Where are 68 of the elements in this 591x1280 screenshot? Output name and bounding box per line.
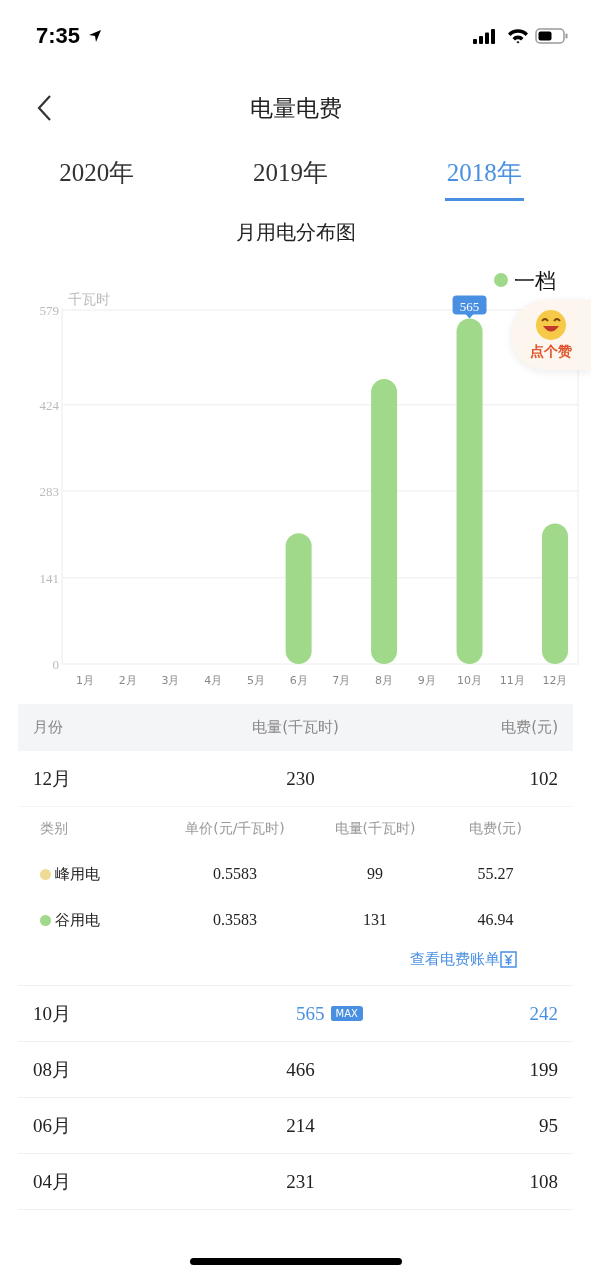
table-cell-text: 46.94: [476, 911, 515, 929]
back-icon[interactable]: [36, 94, 52, 122]
table-cell-text: 102: [528, 767, 558, 790]
table-cell-text: 95: [538, 1114, 558, 1137]
table-cell: 231: [286, 1170, 315, 1193]
column-header: 电费(元): [468, 820, 523, 838]
x-axis-label: 11月: [499, 674, 525, 687]
table-cell: 峰用电: [55, 864, 100, 884]
table-cell-text: 06月: [33, 1113, 72, 1138]
table-cell-text: 10月: [33, 1001, 72, 1026]
y-axis-label: 579: [39, 303, 59, 318]
table-cell: 谷用电: [55, 910, 100, 930]
year-tab[interactable]: 2018年: [444, 144, 524, 201]
year-tab[interactable]: 2020年: [57, 144, 137, 201]
column-header: 单价(元/千瓦时): [184, 820, 286, 838]
table-cell-text: 131: [362, 911, 388, 929]
table-cell-text: 242: [528, 1002, 558, 1025]
x-axis-label: 9月: [417, 674, 436, 687]
y-axis-label: 0: [52, 657, 59, 672]
legend-dot: [494, 273, 508, 287]
chart-title: 月用电分布图: [234, 219, 357, 246]
table-cell: 466: [286, 1058, 315, 1081]
x-axis-label: 12月: [542, 674, 568, 687]
y-axis-label: 141: [39, 570, 59, 586]
table-cell-text: 0.3583: [212, 911, 258, 929]
max-badge: MAX: [330, 1006, 363, 1021]
x-axis-label: 7月: [332, 674, 351, 687]
column-header: 电量(千瓦时): [251, 718, 340, 737]
column-header: 电量(千瓦时): [333, 820, 417, 838]
x-axis-label: 6月: [289, 674, 308, 687]
location-arrow-icon: [88, 29, 103, 43]
annotation: 565: [459, 298, 480, 314]
x-axis-label: 3月: [161, 674, 180, 687]
axis-title: 千瓦时: [68, 291, 110, 307]
year-tab[interactable]: 2019年: [251, 144, 330, 201]
table-cell-text: 12月: [33, 766, 72, 791]
status-time: 7:35: [36, 23, 81, 49]
bill-link[interactable]: 查看电费账单: [410, 949, 500, 969]
table-cell-text: 99: [366, 865, 384, 883]
x-axis-label: 8月: [375, 674, 394, 687]
column-header: 月份: [33, 718, 64, 737]
table-cell-text: 55.27: [476, 865, 515, 883]
table-cell-text: 04月: [33, 1169, 72, 1194]
table-cell: 214: [286, 1114, 315, 1137]
page-title: 电量电费: [249, 93, 342, 123]
x-axis-label: 4月: [204, 674, 223, 687]
wifi-icon: [507, 28, 529, 44]
x-axis-label: 2月: [118, 674, 137, 687]
table-cell: 230: [286, 767, 315, 790]
x-axis-label: 1月: [76, 674, 94, 687]
table-cell-text: 199: [528, 1058, 558, 1081]
x-axis-label: 5月: [246, 674, 265, 687]
table-cell-text: 108: [528, 1170, 558, 1193]
y-axis-label: 424: [39, 397, 59, 413]
column-header: 类别: [40, 820, 69, 838]
x-axis-label: 10月: [457, 674, 483, 687]
table-cell: 565: [296, 1002, 325, 1025]
smiley-icon: [535, 309, 567, 341]
like-button[interactable]: 点个赞: [511, 300, 591, 370]
column-header: 电费(元): [500, 718, 558, 737]
value-tooltip: 565: [452, 295, 487, 319]
y-axis-label: 283: [39, 483, 59, 499]
table-cell-text: 08月: [33, 1057, 72, 1082]
battery-icon: [535, 28, 569, 44]
bill-icon: [500, 950, 517, 968]
table-cell-text: 0.5583: [212, 865, 258, 883]
legend-label: 一档: [514, 270, 556, 293]
signal-icon: [473, 28, 497, 44]
